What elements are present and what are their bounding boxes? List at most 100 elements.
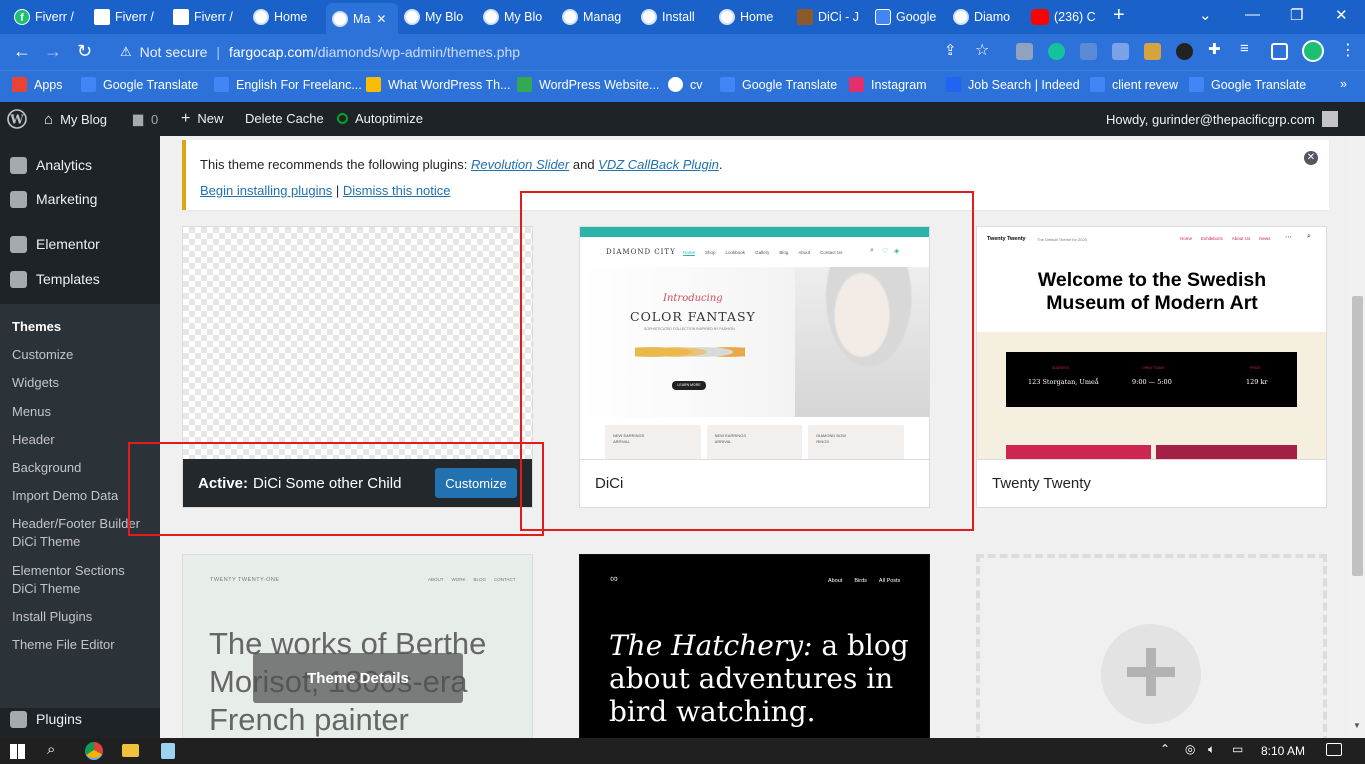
notepad-icon[interactable] bbox=[161, 743, 175, 759]
clock-time[interactable]: 8:10 AM bbox=[1261, 744, 1305, 758]
browser-tab[interactable]: Ma ✕ bbox=[326, 3, 398, 34]
tab-search-icon[interactable]: ⌄ bbox=[1199, 6, 1212, 24]
comments-link[interactable]: ▆ 0 bbox=[133, 111, 158, 127]
bookmark-item[interactable]: Google Translate bbox=[720, 77, 837, 92]
site-name-link[interactable]: ⌂ My Blog bbox=[44, 111, 107, 128]
browser-tab[interactable]: f Fiverr / bbox=[8, 4, 88, 30]
bookmark-item[interactable]: client revew bbox=[1090, 77, 1178, 92]
submenu-item[interactable]: Themes bbox=[12, 318, 61, 336]
add-new-theme-card[interactable] bbox=[976, 554, 1327, 744]
share-icon[interactable]: ⇪ bbox=[944, 42, 957, 60]
submenu-item[interactable]: Menus bbox=[12, 403, 51, 421]
bookmark-label: What WordPress Th... bbox=[388, 77, 511, 92]
reading-list-icon[interactable]: ≡ bbox=[1240, 40, 1257, 57]
bookmark-item[interactable]: Google Translate bbox=[81, 77, 198, 92]
close-window-button[interactable]: ✕ bbox=[1335, 6, 1348, 24]
sidebar-item-analytics[interactable]: Analytics bbox=[0, 148, 160, 182]
browser-tab[interactable]: My Blo bbox=[477, 4, 556, 30]
tray-chevron-icon[interactable]: ⌃ bbox=[1160, 742, 1170, 756]
browser-tab[interactable]: DiCi - J bbox=[791, 4, 869, 30]
close-tab-icon[interactable]: ✕ bbox=[376, 12, 386, 26]
comment-icon: ▆ bbox=[133, 111, 143, 126]
wordpress-logo-icon[interactable]: W bbox=[7, 109, 27, 129]
menu-icon[interactable]: ⋮ bbox=[1340, 42, 1356, 60]
address-bar[interactable]: ⚠ Not secure | fargocap.com /diamonds/wp… bbox=[108, 38, 1008, 66]
delete-cache-link[interactable]: Delete Cache bbox=[245, 111, 324, 126]
file-explorer-icon[interactable] bbox=[122, 744, 139, 757]
bookmark-item[interactable]: cv bbox=[668, 77, 703, 92]
back-button[interactable]: ← bbox=[13, 42, 31, 60]
sidebar-item-templates[interactable]: Templates bbox=[0, 262, 160, 296]
more-bookmarks-button[interactable]: » bbox=[1340, 77, 1347, 91]
profile-avatar[interactable] bbox=[1302, 40, 1324, 62]
volume-icon[interactable]: 🔈︎ bbox=[1208, 742, 1215, 757]
twenty-twenty-two-theme-card[interactable]: ∞ About Birds All Posts The Hatchery: a bl… bbox=[579, 554, 930, 744]
notifications-icon[interactable] bbox=[1326, 743, 1342, 756]
browser-tab[interactable]: Manag bbox=[556, 4, 635, 30]
tab-title: Fiverr / bbox=[35, 10, 74, 24]
dismiss-notice-link[interactable]: Dismiss this notice bbox=[343, 183, 451, 198]
browser-tab[interactable]: Home bbox=[247, 4, 326, 30]
reload-button[interactable]: ↻ bbox=[77, 42, 92, 60]
network-icon[interactable]: ▭ bbox=[1232, 742, 1243, 756]
puzzle-extensions-icon[interactable]: ✚ bbox=[1208, 40, 1225, 58]
new-content-link[interactable]: + New bbox=[181, 111, 223, 127]
submenu-item[interactable]: Elementor Sections DiCi Theme bbox=[12, 562, 125, 598]
twenty-twenty-theme-card[interactable]: Twenty Twenty The Default Theme for 2020… bbox=[976, 226, 1327, 508]
browser-tab[interactable]: Fiverr / bbox=[167, 4, 247, 30]
colorpick-icon[interactable] bbox=[1144, 43, 1161, 60]
submenu-item[interactable]: Header bbox=[12, 431, 55, 449]
revolution-slider-link[interactable]: Revolution Slider bbox=[471, 157, 569, 172]
submenu-item[interactable]: Theme File Editor bbox=[12, 636, 115, 654]
browser-tab[interactable]: Fiverr / bbox=[88, 4, 167, 30]
scrollbar-thumb[interactable] bbox=[1352, 296, 1363, 576]
meet-now-icon[interactable]: ◎ bbox=[1185, 742, 1195, 756]
scroll-down-icon[interactable]: ▼ bbox=[1353, 721, 1361, 730]
browser-tab[interactable]: Home bbox=[713, 4, 791, 30]
google-translate-icon bbox=[1189, 77, 1204, 92]
mail-extension-icon[interactable] bbox=[1016, 43, 1033, 60]
twenty-twenty-one-theme-card[interactable]: TWENTY TWENTY-ONE ABOUT WORK BLOG CONTACT T… bbox=[182, 554, 533, 744]
minimize-button[interactable]: — bbox=[1245, 6, 1260, 23]
chrome-icon[interactable] bbox=[85, 742, 103, 760]
new-tab-button[interactable]: + bbox=[1113, 4, 1125, 27]
sidebar-item-elementor[interactable]: Elementor bbox=[0, 227, 160, 261]
bookmark-item[interactable]: WordPress Website... bbox=[517, 77, 659, 92]
browser-tab[interactable]: Diamo bbox=[947, 4, 1025, 30]
browser-tab[interactable]: (236) C bbox=[1025, 4, 1103, 30]
vdz-callback-link[interactable]: VDZ CallBack Plugin bbox=[598, 157, 719, 172]
my-account-link[interactable]: Howdy, gurinder@thepacificgrp.com bbox=[1106, 111, 1338, 127]
submenu-item[interactable]: Background bbox=[12, 459, 81, 477]
bookmark-item[interactable]: Apps bbox=[12, 77, 63, 92]
restore-button[interactable]: ❐ bbox=[1290, 6, 1303, 24]
bookmark-item[interactable]: Job Search | Indeed bbox=[946, 77, 1080, 92]
side-panel-icon[interactable] bbox=[1271, 43, 1288, 60]
grammarly-icon[interactable] bbox=[1048, 43, 1065, 60]
bookmark-item[interactable]: Google Translate bbox=[1189, 77, 1306, 92]
bookmark-star-icon[interactable]: ☆ bbox=[975, 42, 989, 60]
browser-tab[interactable]: My Blo bbox=[398, 4, 477, 30]
browser-tab[interactable]: Install bbox=[635, 4, 713, 30]
annotation-box-active bbox=[128, 442, 544, 536]
submenu-item[interactable]: Install Plugins bbox=[12, 608, 92, 626]
theme-details-button[interactable]: Theme Details bbox=[253, 653, 463, 703]
bookmark-item[interactable]: What WordPress Th... bbox=[366, 77, 511, 92]
begin-installing-link[interactable]: Begin installing plugins bbox=[200, 183, 332, 198]
forward-button[interactable]: → bbox=[44, 42, 62, 60]
page-scrollbar[interactable]: ▼ bbox=[1350, 136, 1365, 738]
extension-icon[interactable] bbox=[1080, 43, 1097, 60]
bookmark-item[interactable]: English For Freelanc... bbox=[214, 77, 362, 92]
submenu-item[interactable]: Header/Footer Builder DiCi Theme bbox=[12, 515, 140, 551]
close-notice-icon[interactable]: ✕ bbox=[1304, 151, 1318, 165]
sync-extension-icon[interactable] bbox=[1176, 43, 1193, 60]
eyedropper-icon[interactable] bbox=[1112, 43, 1129, 60]
sidebar-item-marketing[interactable]: Marketing bbox=[0, 182, 160, 216]
bookmark-item[interactable]: Instagram bbox=[849, 77, 927, 92]
submenu-item[interactable]: Customize bbox=[12, 346, 73, 364]
submenu-item[interactable]: Widgets bbox=[12, 374, 59, 392]
search-icon[interactable]: ⌕ bbox=[47, 741, 55, 758]
windows-start-icon[interactable] bbox=[10, 744, 25, 759]
submenu-item[interactable]: Import Demo Data bbox=[12, 487, 118, 505]
autoptimize-link[interactable]: Autoptimize bbox=[337, 111, 423, 126]
browser-tab[interactable]: Google bbox=[869, 4, 947, 30]
